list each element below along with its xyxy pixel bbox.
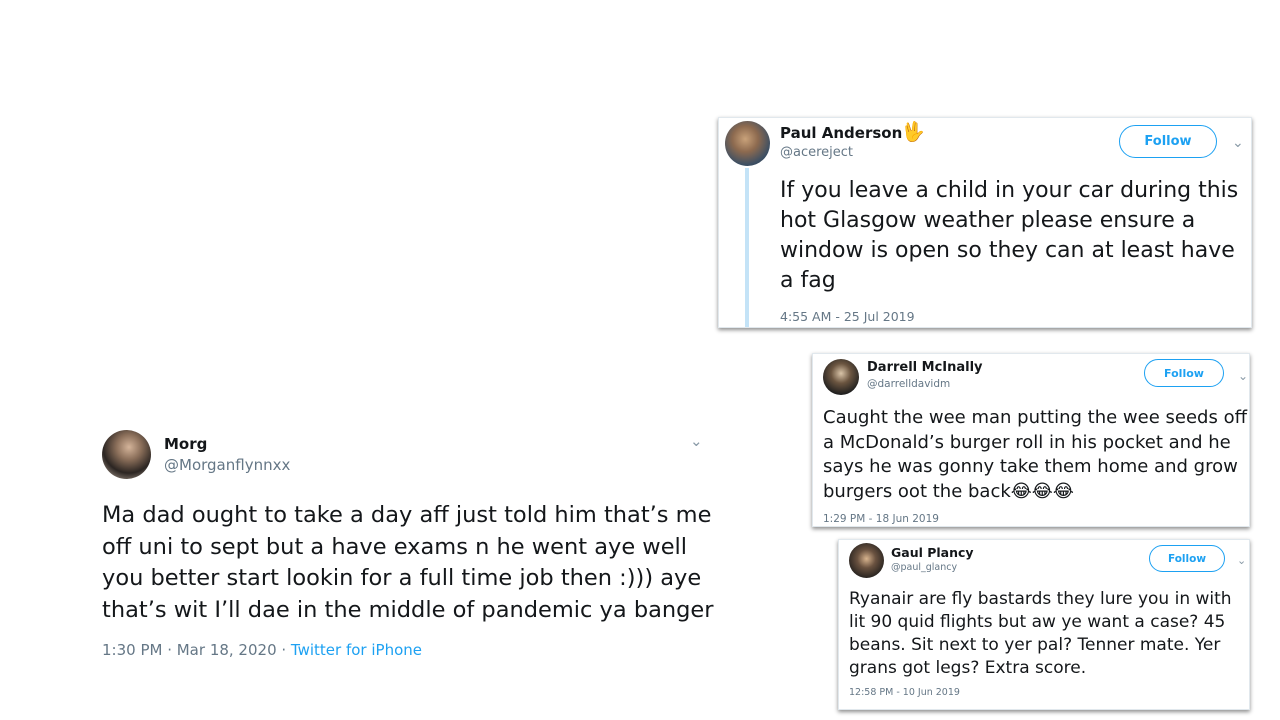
- author-handle[interactable]: @acereject: [780, 145, 853, 160]
- author-name[interactable]: Morg: [164, 435, 207, 453]
- avatar[interactable]: [823, 359, 859, 395]
- chevron-down-icon[interactable]: ⌄: [1237, 555, 1246, 566]
- tweet-meta: 1:30 PM · Mar 18, 2020 · Twitter for iPh…: [102, 641, 422, 659]
- thread-line: [745, 168, 749, 327]
- author-name[interactable]: Darrell McInally: [867, 360, 983, 375]
- follow-button[interactable]: Follow: [1149, 545, 1225, 572]
- vulcan-salute-emoji: 🖖: [901, 121, 925, 143]
- tweet-text: Ryanair are fly bastards they lure you i…: [849, 589, 1237, 678]
- tweet-main-morg: Morg @Morganflynnxx ⌄ Ma dad ought to ta…: [102, 428, 719, 668]
- tweet-text: Ma dad ought to take a day aff just told…: [102, 502, 719, 623]
- follow-button[interactable]: Follow: [1119, 125, 1217, 158]
- author-handle[interactable]: @Morganflynnxx: [164, 456, 290, 474]
- tweet-card-paul-anderson: Paul Anderson 🖖 @acereject Follow ⌄ If y…: [718, 117, 1252, 328]
- avatar[interactable]: [849, 543, 884, 578]
- tweet-timestamp[interactable]: 4:55 AM - 25 Jul 2019: [780, 309, 915, 324]
- author-name[interactable]: Gaul Plancy: [891, 545, 974, 560]
- author-name[interactable]: Paul Anderson: [780, 124, 902, 142]
- chevron-down-icon[interactable]: ⌄: [1238, 370, 1248, 382]
- chevron-down-icon[interactable]: ⌄: [1232, 136, 1244, 150]
- author-handle[interactable]: @paul_glancy: [891, 562, 957, 573]
- tweet-text: Caught the wee man putting the wee seeds…: [823, 407, 1253, 502]
- avatar[interactable]: [725, 121, 770, 166]
- tweet-source-link[interactable]: Twitter for iPhone: [291, 641, 422, 659]
- tweet-timestamp[interactable]: 12:58 PM - 10 Jun 2019: [849, 687, 960, 698]
- tweet-card-gaul-plancy: Gaul Plancy @paul_glancy Follow ⌄ Ryanai…: [838, 539, 1250, 710]
- follow-button[interactable]: Follow: [1144, 359, 1224, 387]
- tweet-card-darrell-mcinally: Darrell McInally @darrelldavidm Follow ⌄…: [812, 353, 1250, 527]
- chevron-down-icon[interactable]: ⌄: [690, 434, 703, 449]
- author-handle[interactable]: @darrelldavidm: [867, 378, 950, 390]
- tweet-timestamp[interactable]: 1:30 PM · Mar 18, 2020 ·: [102, 641, 291, 659]
- avatar[interactable]: [102, 430, 151, 479]
- tweet-text: If you leave a child in your car during …: [780, 178, 1246, 293]
- tweet-timestamp[interactable]: 1:29 PM - 18 Jun 2019: [823, 513, 939, 525]
